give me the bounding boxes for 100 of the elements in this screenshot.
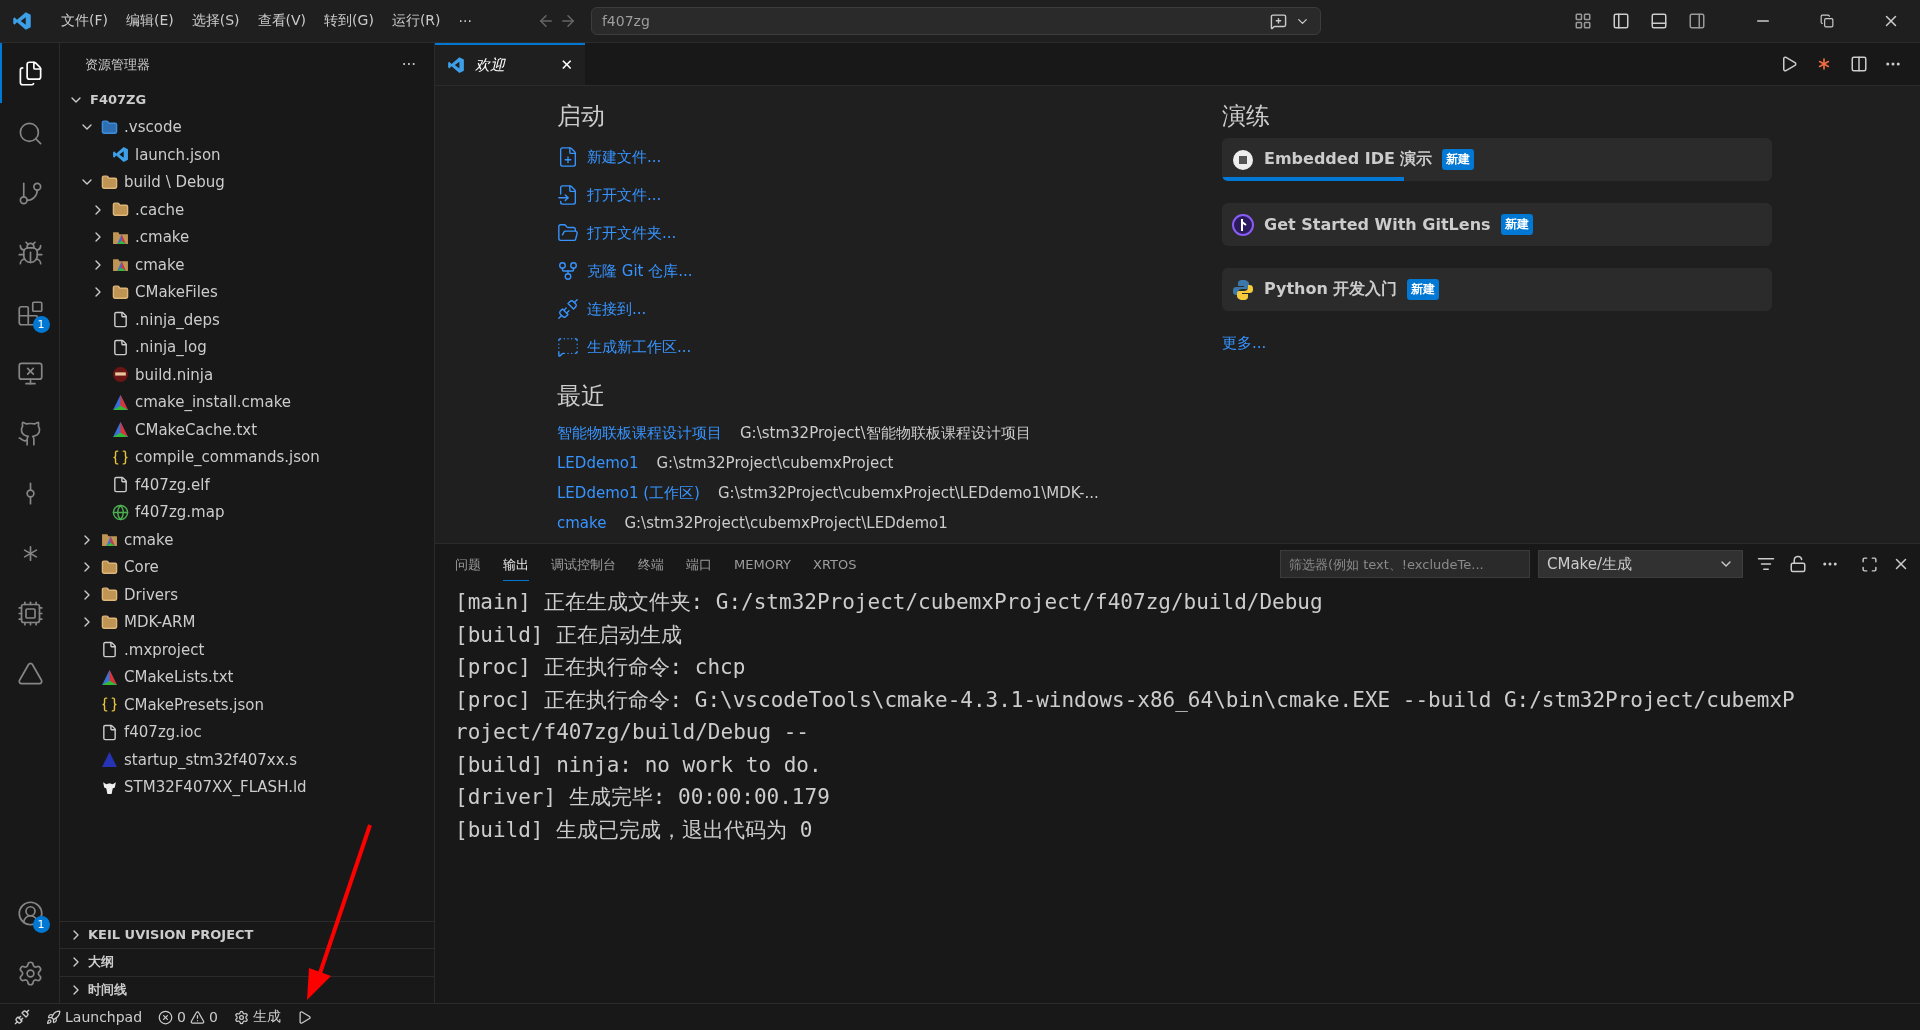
tree-item[interactable]: CMakePresets.json <box>124 695 264 714</box>
tree-item[interactable]: .ninja_log <box>135 338 207 357</box>
run-icon[interactable] <box>1780 55 1798 73</box>
folder-icon <box>101 613 118 631</box>
chat-icon[interactable] <box>1269 12 1287 30</box>
tree-item[interactable]: compile_commands.json <box>135 448 320 467</box>
panel-tab[interactable]: 终端 <box>638 547 664 581</box>
start-link[interactable]: 生成新工作区... <box>587 337 692 357</box>
extensions-icon <box>17 299 44 327</box>
tree-item[interactable]: launch.json <box>135 145 221 164</box>
start-link[interactable]: 连接到... <box>587 299 647 319</box>
start-link[interactable]: 新建文件... <box>587 147 662 167</box>
unlock-icon[interactable] <box>1789 555 1807 573</box>
tree-item[interactable]: build.ninja <box>135 365 214 384</box>
globe-icon <box>112 503 129 521</box>
tree-item[interactable]: CMakeCache.txt <box>135 420 258 439</box>
output-line: [build] 生成已完成，退出代码为 0 <box>455 816 814 844</box>
tree-item[interactable]: Drivers <box>124 585 178 604</box>
recent-link[interactable]: 智能物联板课程设计项目 <box>557 423 722 443</box>
tree-item[interactable]: f407zg.map <box>135 503 225 522</box>
section-header[interactable]: 时间线 <box>88 980 127 999</box>
tree-item[interactable]: MDK-ARM <box>124 613 196 632</box>
list-icon[interactable] <box>1757 555 1775 573</box>
section-header[interactable]: 大纲 <box>88 953 114 972</box>
close-button[interactable]: ✕ <box>560 56 573 74</box>
tree-item[interactable]: .cmake <box>135 228 190 247</box>
layout-icon[interactable] <box>1574 12 1592 30</box>
sidebar-toggle-icon[interactable] <box>1612 12 1630 30</box>
count-badge: 1 <box>32 316 50 333</box>
tree-item[interactable]: startup_stm32f407xx.s <box>124 750 298 769</box>
section-header[interactable]: KEIL UVISION PROJECT <box>88 927 254 943</box>
settings-icon[interactable] <box>17 959 44 987</box>
logo-icon[interactable] <box>12 11 32 31</box>
panel-tab[interactable]: XRTOS <box>813 549 857 579</box>
more-link[interactable]: 更多... <box>1222 334 1267 352</box>
tree-item[interactable]: .mxproject <box>124 640 205 659</box>
tree-item[interactable]: STM32F407XX_FLASH.ld <box>124 778 307 797</box>
more-actions-button[interactable]: ··· <box>401 55 416 74</box>
menu-item[interactable]: 查看(V) <box>250 8 314 34</box>
triangle-icon <box>112 421 129 439</box>
tree-item[interactable]: f407zg.elf <box>135 475 210 494</box>
walkthrough-card[interactable]: Python 开发入门 新建 <box>1222 268 1772 311</box>
panel-toggle-icon[interactable] <box>1650 12 1668 30</box>
panel-tab[interactable]: 调试控制台 <box>551 547 616 581</box>
problems-item[interactable]: 0 0 <box>158 1009 218 1025</box>
start-link[interactable]: 打开文件... <box>587 185 662 205</box>
tree-item[interactable]: Core <box>124 558 159 577</box>
restore-icon[interactable] <box>1820 14 1834 28</box>
tree-item[interactable]: .cache <box>135 200 185 219</box>
file-icon <box>112 476 129 494</box>
tree-item[interactable]: .vscode <box>124 118 182 137</box>
maximize-icon[interactable] <box>1861 555 1878 573</box>
tree-item[interactable]: CMakeFiles <box>135 283 218 302</box>
filter-field[interactable]: 筛选器(例如 text、!excludeTe... <box>1280 550 1530 578</box>
tree-item[interactable]: cmake_install.cmake <box>135 393 292 412</box>
recent-link[interactable]: cmake <box>557 514 607 532</box>
folder-triangle-icon <box>101 531 118 549</box>
split-editor-icon[interactable] <box>1850 55 1868 73</box>
recent-link[interactable]: LEDdemo1 (工作区) <box>557 483 700 503</box>
start-link[interactable]: 打开文件夹... <box>587 223 677 243</box>
tree-item[interactable]: .ninja_deps <box>135 310 220 329</box>
menu-item[interactable]: 选择(S) <box>184 8 247 34</box>
tree-item[interactable]: cmake <box>124 530 174 549</box>
search-field[interactable]: f407zg <box>590 7 1321 35</box>
output-line: [main] 正在生成文件夹: G:/stm32Project/cubemxProject/f407zg/build/Debug <box>455 589 1324 616</box>
new-file-icon <box>557 146 579 168</box>
menu-item[interactable]: ··· <box>451 9 479 33</box>
panel-tab[interactable]: 问题 <box>455 547 481 581</box>
walkthrough-card[interactable]: Embedded IDE 演示 新建 <box>1222 138 1772 181</box>
logo-icon <box>447 56 465 74</box>
remote-icon[interactable] <box>14 1009 30 1025</box>
build-item[interactable]: 生成 <box>233 1008 281 1026</box>
activity-button[interactable]: 1 <box>0 283 60 343</box>
card-title: Embedded IDE 演示 <box>1264 149 1433 170</box>
secondary-sidebar-icon[interactable] <box>1688 12 1706 30</box>
start-link[interactable]: 克隆 Git 仓库... <box>587 261 693 281</box>
panel-tab[interactable]: 输出 <box>503 547 529 581</box>
launchpad-item[interactable]: Launchpad <box>46 1009 143 1025</box>
account-icon[interactable] <box>17 899 44 927</box>
recent-link[interactable]: LEDdemo1 <box>557 454 639 472</box>
tree-item[interactable]: f407zg.ioc <box>124 723 202 742</box>
file-icon <box>101 641 118 659</box>
rocket-icon <box>46 1009 61 1025</box>
folder-root[interactable]: F407ZG <box>90 92 147 108</box>
file-icon <box>101 723 118 741</box>
menu-item[interactable]: 文件(F) <box>54 8 115 34</box>
channel-dropdown[interactable]: CMake/生成 <box>1538 550 1743 578</box>
menu-item[interactable]: 编辑(E) <box>119 8 181 34</box>
section-heading: 演练 <box>1222 101 1271 132</box>
panel-tab[interactable]: MEMORY <box>734 549 792 579</box>
menu-item[interactable]: 运行(R) <box>384 8 448 34</box>
run-icon[interactable] <box>296 1009 312 1025</box>
tree-item[interactable]: cmake <box>135 255 185 274</box>
editor-tab[interactable]: 欢迎 ✕ <box>435 43 585 85</box>
folder-triangle-icon <box>112 256 129 274</box>
panel-tab[interactable]: 端口 <box>686 547 712 581</box>
tree-item[interactable]: build \ Debug <box>124 173 225 192</box>
walkthrough-card[interactable]: Get Started With GitLens 新建 <box>1222 203 1772 246</box>
menu-item[interactable]: 转到(G) <box>317 8 381 34</box>
tree-item[interactable]: CMakeLists.txt <box>124 668 234 687</box>
